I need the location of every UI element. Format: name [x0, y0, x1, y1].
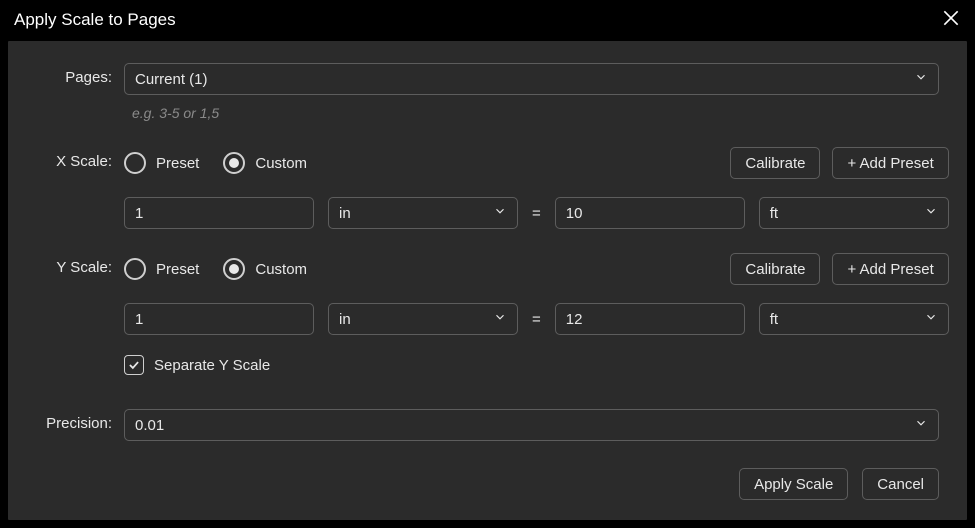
- chevron-down-icon: [924, 204, 938, 222]
- xscale-to-unit-select[interactable]: ft: [759, 197, 949, 229]
- xscale-preset-label: Preset: [156, 155, 199, 172]
- cancel-button[interactable]: Cancel: [862, 468, 939, 500]
- xscale-calibrate-button[interactable]: Calibrate: [730, 147, 820, 179]
- yscale-custom-radio[interactable]: [223, 258, 245, 280]
- yscale-to-unit-select[interactable]: ft: [759, 303, 949, 335]
- pages-select[interactable]: Current (1): [124, 63, 939, 95]
- apply-scale-button[interactable]: Apply Scale: [739, 468, 848, 500]
- chevron-down-icon: [493, 204, 507, 222]
- precision-select[interactable]: 0.01: [124, 409, 939, 441]
- separate-y-label: Separate Y Scale: [154, 357, 270, 374]
- yscale-add-preset-button[interactable]: + Add Preset: [832, 253, 948, 285]
- xscale-from-unit-select[interactable]: in: [328, 197, 518, 229]
- yscale-from-unit-select[interactable]: in: [328, 303, 518, 335]
- xscale-from-value-input[interactable]: 1: [124, 197, 314, 229]
- xscale-label: X Scale:: [8, 147, 124, 170]
- pages-label: Pages:: [8, 63, 124, 86]
- dialog-title: Apply Scale to Pages: [14, 10, 176, 30]
- xscale-to-unit-value: ft: [770, 205, 778, 222]
- pages-select-value: Current (1): [135, 71, 208, 88]
- precision-label: Precision:: [8, 409, 124, 432]
- separate-y-checkbox[interactable]: [124, 355, 144, 375]
- xscale-preset-radio[interactable]: [124, 152, 146, 174]
- xscale-add-preset-button[interactable]: + Add Preset: [832, 147, 948, 179]
- close-icon[interactable]: [941, 8, 961, 32]
- precision-value: 0.01: [135, 417, 164, 434]
- yscale-preset-label: Preset: [156, 261, 199, 278]
- pages-hint: e.g. 3-5 or 1,5: [132, 105, 939, 121]
- chevron-down-icon: [914, 70, 928, 88]
- xscale-from-unit-value: in: [339, 205, 351, 222]
- yscale-from-unit-value: in: [339, 311, 351, 328]
- chevron-down-icon: [924, 310, 938, 328]
- xscale-custom-radio[interactable]: [223, 152, 245, 174]
- dialog-footer: Apply Scale Cancel: [739, 468, 939, 500]
- yscale-to-value-input[interactable]: 12: [555, 303, 745, 335]
- equals-sign: =: [532, 311, 541, 328]
- yscale-calibrate-button[interactable]: Calibrate: [730, 253, 820, 285]
- xscale-custom-label: Custom: [255, 155, 307, 172]
- titlebar: Apply Scale to Pages: [0, 0, 975, 40]
- yscale-label: Y Scale:: [8, 253, 124, 276]
- chevron-down-icon: [493, 310, 507, 328]
- chevron-down-icon: [914, 416, 928, 434]
- yscale-preset-radio[interactable]: [124, 258, 146, 280]
- yscale-custom-label: Custom: [255, 261, 307, 278]
- yscale-from-value-input[interactable]: 1: [124, 303, 314, 335]
- equals-sign: =: [532, 205, 541, 222]
- dialog-panel: Pages: Current (1) e.g. 3-5 or 1,5 X Sca…: [7, 40, 968, 521]
- yscale-to-unit-value: ft: [770, 311, 778, 328]
- xscale-to-value-input[interactable]: 10: [555, 197, 745, 229]
